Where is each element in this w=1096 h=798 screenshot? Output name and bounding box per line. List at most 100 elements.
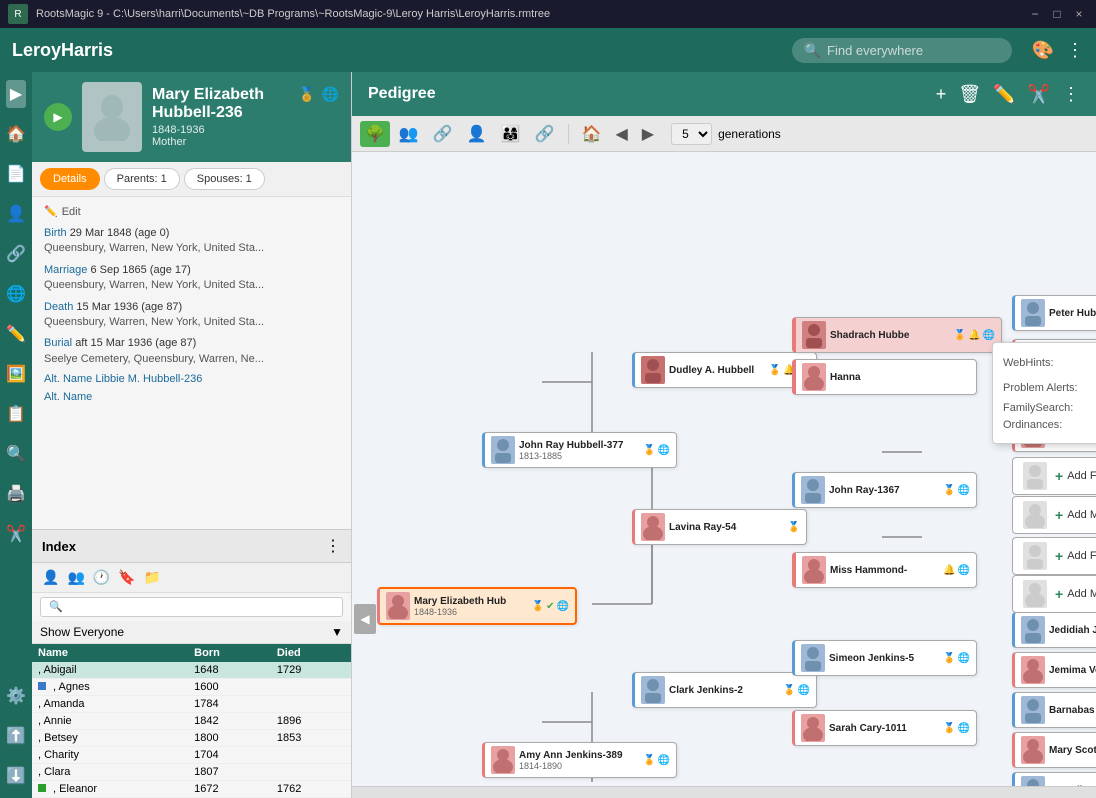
nav-link[interactable]: 🔗	[2, 240, 30, 268]
nav-globe[interactable]: 🌐	[2, 280, 30, 308]
person-play-button[interactable]: ▶	[44, 103, 72, 131]
nav-search[interactable]: 🔍	[2, 440, 30, 468]
edit-row[interactable]: ✏️ Edit	[44, 205, 339, 218]
add-mother-2-button[interactable]: + Add Mother	[1012, 575, 1096, 613]
add-father-1-button[interactable]: + Add Father	[1012, 457, 1096, 495]
person-simeon[interactable]: Simeon Jenkins-5 🏅 🌐	[792, 640, 977, 676]
death-place: Queensbury, Warren, New York, United Sta…	[44, 315, 339, 330]
add-person-icon[interactable]: +	[936, 84, 947, 105]
tool-back[interactable]: ◀	[610, 121, 632, 147]
shadrach-name: Shadrach Hubbe	[830, 330, 909, 341]
index-table-row[interactable]: , Amanda 1784	[32, 696, 351, 713]
familysearch-row: FamilySearch: KGYW-2QV	[1003, 401, 1096, 414]
nav-home[interactable]: 🏠	[2, 120, 30, 148]
tool-link2[interactable]: 🔗	[428, 121, 458, 147]
idx-person-icon[interactable]: 👤	[40, 567, 61, 588]
index-search	[32, 593, 351, 621]
tool-group[interactable]: 👥	[394, 121, 424, 147]
death-detail: Death 15 Mar 1936 (age 87) Queensbury, W…	[44, 300, 339, 331]
more-menu-icon[interactable]: ⋮	[1066, 40, 1084, 61]
person-sarah[interactable]: Sarah Cary-1011 🏅 🌐	[792, 710, 977, 746]
birth-place: Queensbury, Warren, New York, United Sta…	[44, 241, 339, 256]
nav-settings[interactable]: ⚙️	[2, 682, 30, 710]
person-amy-ann[interactable]: Amy Ann Jenkins-389 1814-1890 🏅 🌐	[482, 742, 677, 778]
nav-person[interactable]: 👤	[2, 200, 30, 228]
person-lavina[interactable]: Lavina Ray-54 🏅	[632, 509, 807, 545]
idx-bookmark-icon[interactable]: 🔖	[116, 567, 137, 588]
person-clark[interactable]: Clark Jenkins-2 🏅 🌐	[632, 672, 817, 708]
index-table-row[interactable]: , Eleanor 1672 1762	[32, 781, 351, 798]
add-mother-1-button[interactable]: + Add Mother	[1012, 496, 1096, 534]
tool-network[interactable]: 🔗	[530, 121, 560, 147]
medal-icon[interactable]: 🏅	[298, 86, 315, 103]
idx-folder-icon[interactable]: 📁	[142, 567, 163, 588]
show-everyone-dropdown[interactable]: Show Everyone ▼	[32, 621, 351, 644]
nav-play[interactable]: ▶	[6, 80, 26, 108]
index-table-row[interactable]: , Annie 1842 1896	[32, 713, 351, 730]
index-header: Index ⋮	[32, 530, 351, 563]
person-mary-scott[interactable]: Mary Scott-1336 ▶	[1012, 732, 1096, 768]
tab-details[interactable]: Details	[40, 168, 100, 190]
tool-family[interactable]: 👨‍👩‍👧	[496, 121, 526, 147]
amy-ann-name: Amy Ann Jenkins-389	[519, 750, 623, 761]
person-benedict[interactable]: Benedict Brow -1 ▶	[1012, 772, 1096, 786]
close-button[interactable]: ×	[1070, 5, 1088, 23]
globe-icon[interactable]: 🌐	[322, 86, 339, 103]
amy-ann-dates: 1814-1890	[519, 761, 623, 771]
nav-document[interactable]: 📄	[2, 160, 30, 188]
tool-person2[interactable]: 👤	[462, 121, 492, 147]
person-jedidiah[interactable]: Jedidiah Jenki s-1 ▶	[1012, 612, 1096, 648]
theme-icon[interactable]: 🎨	[1032, 40, 1054, 61]
person-shadrach[interactable]: Shadrach Hubbe 🏅 🔔 🌐	[792, 317, 1002, 353]
navigate-left-button[interactable]: ◀	[354, 604, 376, 634]
tab-spouses[interactable]: Spouses: 1	[184, 168, 265, 190]
person-barnabas[interactable]: Barnabas Cary 13 ▶	[1012, 692, 1096, 728]
person-dudley[interactable]: Dudley A. Hubbell 🏅 🔔 🌐	[632, 352, 817, 388]
nav-scissors[interactable]: ✂️	[2, 520, 30, 548]
alt-name-label-text: Alt. Name	[44, 373, 92, 385]
tool-forward[interactable]: ▶	[637, 121, 659, 147]
nav-print[interactable]: 🖨️	[2, 480, 30, 508]
more-pedigree-icon[interactable]: ⋮	[1062, 84, 1080, 105]
nav-upload[interactable]: ⬆️	[2, 722, 30, 750]
index-table-row[interactable]: , Charity 1704	[32, 747, 351, 764]
person-hanna[interactable]: Hanna	[792, 359, 977, 395]
search-input[interactable]	[827, 43, 987, 58]
index-cell-name: , Clara	[32, 764, 188, 781]
tool-home[interactable]: 🏠	[577, 121, 607, 147]
nav-download[interactable]: ⬇️	[2, 762, 30, 790]
tab-parents[interactable]: Parents: 1	[104, 168, 180, 190]
hanna-name: Hanna	[830, 372, 861, 383]
nav-image[interactable]: 🖼️	[2, 360, 30, 388]
nav-clipboard[interactable]: 📋	[2, 400, 30, 428]
person-jemima[interactable]: Jemima Voorh es-2 ▶	[1012, 652, 1096, 688]
maximize-button[interactable]: □	[1048, 5, 1066, 23]
pedigree-canvas: Mary Elizabeth Hub 1848-1936 🏅 ✔ 🌐	[352, 152, 1096, 786]
edit-pedigree-icon[interactable]: ✏️	[993, 84, 1015, 105]
person-main[interactable]: Mary Elizabeth Hub 1848-1936 🏅 ✔ 🌐	[377, 587, 577, 625]
index-more-icon[interactable]: ⋮	[325, 536, 341, 556]
minimize-button[interactable]: −	[1026, 5, 1044, 23]
index-table-row[interactable]: , Abigail 1648 1729	[32, 662, 351, 679]
main-person-name: Mary Elizabeth Hub	[414, 596, 506, 607]
nav-edit[interactable]: ✏️	[2, 320, 30, 348]
scissors-pedigree-icon[interactable]: ✂️	[1028, 84, 1050, 105]
main-person-dates: 1848-1936	[414, 607, 506, 617]
person-john1367[interactable]: John Ray-1367 🏅 🌐	[792, 472, 977, 508]
generations-select[interactable]: 5 4 6	[671, 123, 712, 145]
index-table-row[interactable]: , Clara 1807	[32, 764, 351, 781]
person-peter[interactable]: Peter Hubbell 09 ▶	[1012, 295, 1096, 331]
index-table-row[interactable]: , Agnes 1600	[32, 679, 351, 696]
person-john-ray[interactable]: John Ray Hubbell-377 1813-1885 🏅 🌐	[482, 432, 677, 468]
tool-tree[interactable]: 🌳	[360, 121, 390, 147]
add-father-2-button[interactable]: + Add Father	[1012, 537, 1096, 575]
index-table-row[interactable]: , Betsey 1800 1853	[32, 730, 351, 747]
index-search-input[interactable]	[40, 597, 343, 617]
person-miss-hammond[interactable]: Miss Hammond- 🔔 🌐	[792, 552, 977, 588]
bottom-scrollbar[interactable]	[352, 786, 1096, 798]
idx-history-icon[interactable]: 🕐	[91, 567, 112, 588]
marriage-detail: Marriage 6 Sep 1865 (age 17) Queensbury,…	[44, 263, 339, 294]
idx-group-icon[interactable]: 👥	[65, 567, 86, 588]
delete-icon[interactable]: 🗑	[958, 84, 981, 105]
person-info: Mary Elizabeth Hubbell-236 1848-1936 Mot…	[152, 86, 288, 148]
